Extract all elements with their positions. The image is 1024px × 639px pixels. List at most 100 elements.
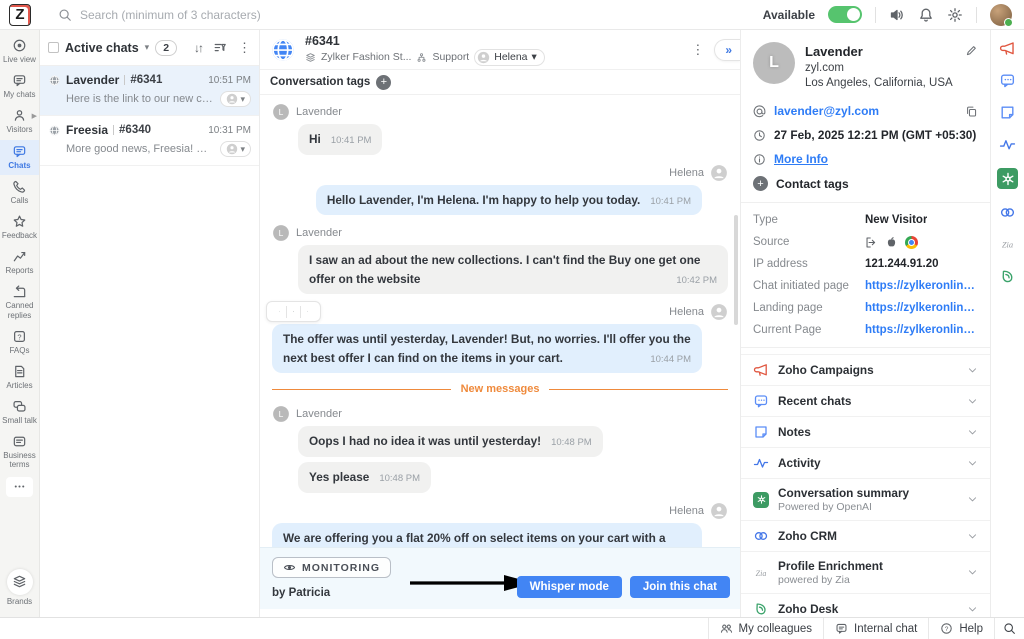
sidebar-item-reports[interactable]: Reports [0,245,39,280]
copy-icon[interactable] [287,305,300,318]
sidebar-item-visitors[interactable]: Visitors ▶ [0,104,39,139]
copy-icon[interactable] [965,105,978,118]
at-icon [753,105,766,118]
bottom-search-icon[interactable] [994,618,1024,639]
accordion-notes[interactable]: Notes [741,416,990,447]
user-avatar[interactable] [990,4,1012,26]
crm-icon [753,528,769,544]
message-text: Oops I had no idea it was until yesterda… [309,434,541,448]
visitor-location: Los Angeles, California, USA [805,77,953,89]
rail-campaigns-icon[interactable] [999,40,1016,57]
sidebar-item-canned-replies[interactable]: Canned replies [0,280,39,324]
field-value-link[interactable]: https://zylkeronline.w... [865,324,978,336]
chat-more-options-icon[interactable]: ⋮ [691,42,704,58]
chat-count-badge: 2 [155,40,177,56]
chrome-browser-icon [905,236,918,249]
accordion-activity[interactable]: Activity [741,447,990,478]
message-text: Yes please [309,470,369,484]
filter-icon[interactable] [213,41,227,55]
join-chat-button[interactable]: Join this chat [630,576,730,598]
quote-icon[interactable] [301,305,314,318]
message-sender-name: Lavender [296,408,342,420]
sort-icon[interactable]: ↓↑ [194,41,202,55]
chat-item-preview: More good news, Freesia! We are ... [66,143,216,155]
sidebar-more-button[interactable] [6,477,33,497]
new-messages-divider: New messages [272,383,728,395]
accordion-conversation-summary[interactable]: Conversation summary Powered by OpenAI [741,478,990,520]
direct-entry-icon [865,236,878,249]
chat-item-id: #6340 [119,124,151,136]
gear-icon[interactable] [947,7,963,23]
message-time: 10:48 PM [379,472,420,487]
agent-avatar [710,303,728,321]
calls-icon [12,179,27,194]
bottombar-internal-chat[interactable]: Internal chat [823,618,928,639]
visitor-field-row: Chat initiated pagehttps://zylkeronline.… [741,275,990,297]
select-all-checkbox[interactable] [48,42,59,53]
scrollbar[interactable] [734,215,738,325]
chat-list-panel: Active chats ▾ 2 ↓↑ ⋮ Lavender #6341 10:… [40,30,260,617]
assign-agent-pill[interactable]: ▾ [220,91,251,107]
add-tag-button[interactable]: + [376,75,391,90]
sidebar-item-faqs[interactable]: ? FAQs [0,325,39,360]
message-text: The offer was until yesterday, Lavender!… [283,332,691,364]
availability-toggle[interactable] [828,6,862,23]
chat-list-item[interactable]: Freesia #6340 10:31 PM More good news, F… [40,116,259,166]
rail-notes-icon[interactable] [999,104,1016,121]
bottombar-my-colleagues[interactable]: My colleagues [708,618,824,639]
assign-agent-pill[interactable]: ▾ [220,141,251,157]
bottombar-help[interactable]: ? Help [928,618,994,639]
field-value: New Visitor [865,214,927,226]
rail-recent-chats-icon[interactable] [999,72,1016,89]
message-time: 10:44 PM [650,353,691,368]
field-value-link[interactable]: https://zylkeronline.w... [865,302,978,314]
sidebar-item-business-terms[interactable]: Business terms [0,430,39,474]
link-icon[interactable] [273,305,286,318]
articles-icon [12,364,27,379]
chat-filter-dropdown[interactable]: Active chats [65,41,139,55]
accordion-zoho-campaigns[interactable]: Zoho Campaigns [741,354,990,385]
whisper-mode-button[interactable]: Whisper mode [517,576,622,598]
sound-icon[interactable] [889,7,905,23]
more-options-icon[interactable]: ⋮ [238,40,251,56]
rail-openai-icon[interactable] [997,168,1018,189]
visitor-email-link[interactable]: lavender@zyl.com [774,104,957,118]
collapse-panel-button[interactable]: » [714,39,740,61]
sidebar-item-chats[interactable]: Chats [0,140,39,175]
sidebar-item-label: Reports [5,266,33,275]
more-info-link[interactable]: More Info [774,152,828,166]
chat-list-item[interactable]: Lavender #6341 10:51 PM Here is the link… [40,66,259,116]
svg-text:Zia: Zia [756,569,767,578]
sidebar-item-calls[interactable]: Calls [0,175,39,210]
sidebar-item-my-chats[interactable]: My chats [0,69,39,104]
message-sender-name: Helena [669,505,704,517]
accordion-profile-enrichment[interactable]: Zia Profile Enrichment powered by Zia [741,551,990,593]
rail-activity-icon[interactable] [999,136,1016,153]
global-search[interactable]: Search (minimum of 3 characters) [58,8,763,22]
rail-zia-icon[interactable]: Zia [999,236,1016,253]
sidebar-item-small-talk[interactable]: Small talk [0,395,39,430]
chats-icon [12,144,27,159]
field-label: IP address [753,258,865,270]
sidebar-item-articles[interactable]: Articles [0,360,39,395]
rail-crm-icon[interactable] [999,204,1016,221]
edit-pencil-icon[interactable] [965,44,978,57]
assigned-agent-dropdown[interactable]: Helena ▾ [474,49,545,66]
flyout-arrow-icon: ▶ [32,112,37,120]
monitoring-label: MONITORING [302,562,380,574]
sidebar-item-feedback[interactable]: Feedback [0,210,39,245]
sidebar-item-brands[interactable]: Brands [0,565,39,611]
accordion-zoho-crm[interactable]: Zoho CRM [741,520,990,551]
monitoring-badge: MONITORING [272,557,391,578]
sidebar-item-live-view[interactable]: Live view [0,34,39,69]
message-time: 10:41 PM [650,195,691,210]
accordion-zoho-desk[interactable]: Zoho Desk [741,593,990,617]
add-contact-tag-button[interactable]: + [753,176,768,191]
accordion-recent-chats[interactable]: Recent chats [741,385,990,416]
rail-desk-icon[interactable] [999,268,1016,285]
message-sender-name: Helena [669,306,704,318]
field-value-link[interactable]: https://zylkeronline.w... [865,280,978,292]
sidebar-item-label: Chats [8,161,30,170]
zoho-salesiq-logo[interactable]: Z [9,4,31,26]
bell-icon[interactable] [918,7,934,23]
